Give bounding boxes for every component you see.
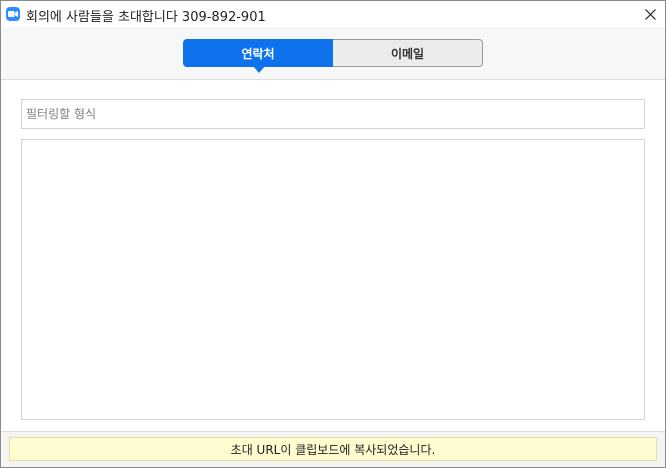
footer: 초대 URL이 클립보드에 복사되었습니다. [1,432,665,467]
close-icon [644,8,656,20]
close-button[interactable] [635,1,665,27]
invite-dialog: 회의에 사람들을 초대합니다 309-892-901 연락처 이메일 초대 UR… [0,0,666,468]
filter-input[interactable] [21,99,645,129]
title-bar: 회의에 사람들을 초대합니다 309-892-901 [1,1,665,27]
status-message: 초대 URL이 클립보드에 복사되었습니다. [9,437,657,461]
tab-group: 연락처 이메일 [183,39,483,73]
tab-contacts[interactable]: 연락처 [183,39,333,73]
tab-email[interactable]: 이메일 [333,39,483,67]
tab-email-label: 이메일 [390,46,425,61]
tab-contacts-label: 연락처 [241,46,275,61]
contact-list[interactable] [21,139,645,420]
active-tab-pointer [253,66,265,73]
window-title: 회의에 사람들을 초대합니다 309-892-901 [26,10,266,25]
tab-header: 연락처 이메일 [1,27,665,80]
zoom-video-icon [6,7,20,21]
status-message-text: 초대 URL이 클립보드에 복사되었습니다. [230,442,436,457]
